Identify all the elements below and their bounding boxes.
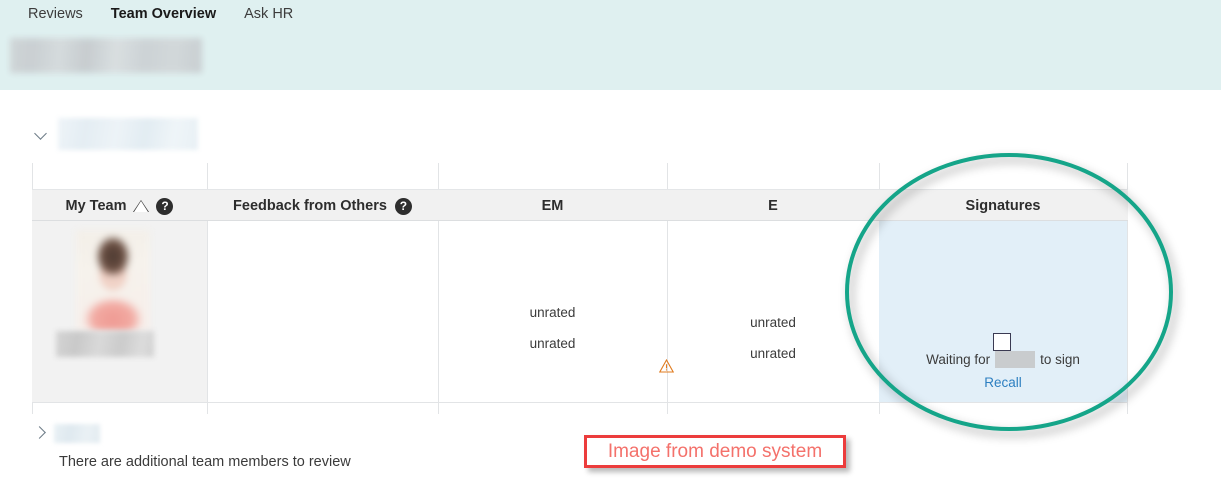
cell-feedback-from-others [207,221,438,402]
sort-triangle-icon[interactable] [133,199,150,212]
page-title-redacted [10,38,202,73]
column-header-e[interactable]: E [667,190,879,222]
column-header-my-team[interactable]: My Team ? [32,190,207,222]
em-rating-value: unrated [529,336,576,351]
chevron-down-icon[interactable] [32,125,50,143]
chevron-right-icon[interactable] [32,424,50,442]
column-header-label: Signatures [965,198,1041,214]
column-header-label: EM [541,198,564,214]
team-table: My Team ? Feedback from Others ? EM E Si… [32,163,1128,414]
unchecked-checkbox-icon[interactable] [993,333,1011,351]
column-header-feedback-from-others[interactable]: Feedback from Others ? [207,190,438,222]
tab-reviews[interactable]: Reviews [14,0,97,28]
tab-ask-hr[interactable]: Ask HR [230,0,307,28]
group-name-redacted [58,118,198,150]
signer-name-redacted [995,351,1036,368]
cell-e: unrated unrated [667,221,904,402]
employee-name-redacted [56,331,154,357]
table-row: unrated unrated unrated unrated Waiting … [32,221,1128,403]
cell-signatures: Waiting for to sign Recall [879,221,1127,402]
avatar [76,230,150,331]
em-rating-value: unrated [529,305,576,320]
column-header-em[interactable]: EM [438,190,667,222]
top-banner: Reviews Team Overview Ask HR [0,0,1221,90]
additional-members-note: There are additional team members to rev… [59,454,351,470]
annotation-callout-box: Image from demo system [584,435,846,468]
tab-team-overview[interactable]: Team Overview [97,0,230,28]
primary-tabbar: Reviews Team Overview Ask HR [14,0,307,28]
group-header-expanded[interactable] [32,118,198,150]
column-header-label: Feedback from Others [233,198,387,214]
column-header-signatures[interactable]: Signatures [879,190,1127,222]
table-header-row: My Team ? Feedback from Others ? EM E Si… [32,189,1128,221]
waiting-prefix: Waiting for [926,352,991,367]
e-rating-value: unrated [750,315,796,330]
group-name-redacted [54,423,100,443]
column-header-label: My Team [65,198,127,214]
help-circle-icon[interactable]: ? [156,197,174,215]
column-header-label: E [768,198,778,214]
waiting-suffix: to sign [1040,352,1080,367]
help-circle-icon[interactable]: ? [394,197,412,215]
cell-em: unrated unrated [438,221,674,402]
annotation-callout-text: Image from demo system [607,440,823,462]
e-rating-value: unrated [750,346,796,361]
signature-waiting-text: Waiting for to sign [879,351,1127,368]
group-header-collapsed[interactable] [32,422,100,444]
recall-link[interactable]: Recall [879,375,1127,390]
cell-my-team [32,221,207,402]
